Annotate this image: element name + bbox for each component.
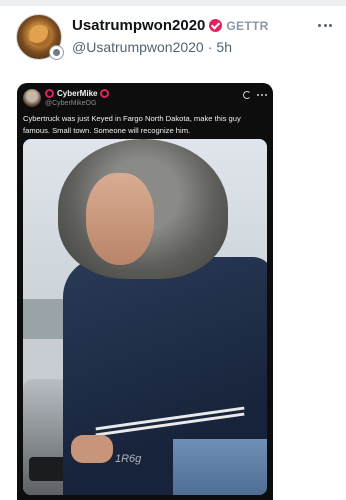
photo-hand bbox=[71, 435, 113, 463]
avatar-badge-icon bbox=[49, 45, 64, 60]
top-strip bbox=[0, 0, 346, 6]
photo-face bbox=[86, 173, 154, 265]
embedded-badge-icon-2 bbox=[100, 89, 110, 98]
embedded-post-header: CyberMike @CyberMikeOG bbox=[23, 89, 267, 111]
embedded-post-card[interactable]: CyberMike @CyberMikeOG Cybertruck was ju… bbox=[17, 83, 273, 500]
timestamp[interactable]: 5h bbox=[216, 39, 232, 55]
handle[interactable]: @Usatrumpwon2020 bbox=[72, 39, 204, 55]
photo-jeans bbox=[173, 439, 267, 495]
verified-badge-icon bbox=[209, 19, 223, 32]
embedded-photo[interactable]: 1R6g bbox=[23, 139, 267, 495]
embedded-display-name[interactable]: CyberMike bbox=[57, 89, 97, 98]
handle-row: @Usatrumpwon2020 · 5h bbox=[72, 39, 232, 55]
embedded-handle[interactable]: @CyberMikeOG bbox=[45, 100, 96, 107]
embedded-name-row: CyberMike bbox=[45, 89, 110, 98]
embedded-post-text: Cybertruck was just Keyed in Fargo North… bbox=[23, 114, 241, 135]
embedded-more-icon[interactable] bbox=[257, 94, 267, 96]
avatar-image bbox=[29, 25, 51, 47]
post-header: Usatrumpwon2020 GETTR @Usatrumpwon2020 ·… bbox=[16, 14, 332, 62]
display-name[interactable]: Usatrumpwon2020 bbox=[72, 17, 205, 34]
embedded-badge-icon bbox=[45, 89, 54, 98]
embedded-avatar[interactable] bbox=[23, 89, 41, 107]
name-row: Usatrumpwon2020 GETTR bbox=[72, 17, 269, 34]
gettr-badge-label: GETTR bbox=[226, 18, 269, 33]
refresh-icon[interactable] bbox=[243, 91, 251, 99]
separator: · bbox=[207, 39, 213, 55]
more-options-icon[interactable] bbox=[318, 18, 332, 32]
photo-watermark: 1R6g bbox=[115, 453, 142, 465]
